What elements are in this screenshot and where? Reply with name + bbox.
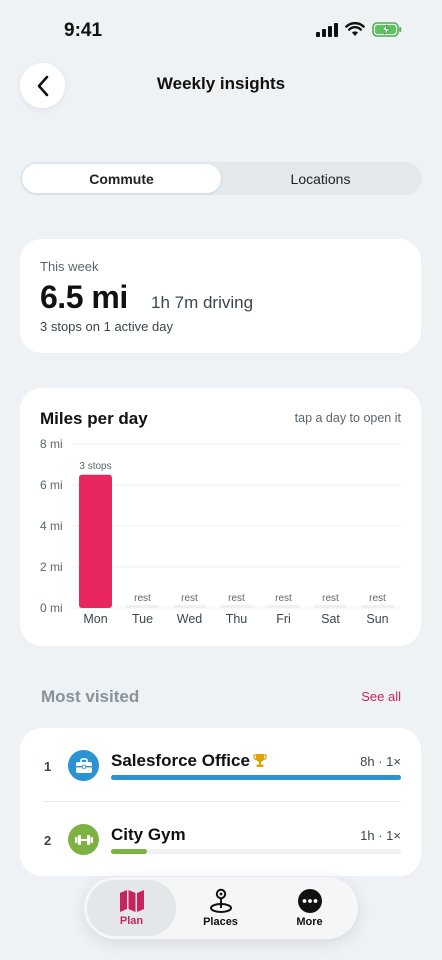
x-tick-label: Sun [366, 612, 388, 626]
visit-share-fill [111, 775, 401, 780]
nav-more[interactable]: More [265, 880, 354, 936]
battery-charging-icon [372, 22, 402, 37]
page-title: Weekly insights [156, 74, 286, 93]
y-tick-label: 2 mi [40, 560, 63, 574]
place-name: Salesforce Office [111, 751, 250, 770]
nav-places-label: Places [203, 916, 238, 928]
y-tick-label: 8 mi [40, 437, 63, 451]
x-tick-label: Mon [83, 612, 107, 626]
bar [79, 474, 112, 608]
bar-label: rest [275, 593, 292, 604]
x-tick-label: Fri [276, 612, 291, 626]
miles-per-day-card: 0 mi 2 mi 4 mi 6 mi 8 mi 3 stops Mon rest Tue res… [20, 388, 421, 646]
most-visited-title: Most visited [41, 687, 140, 706]
bar-label: rest [228, 593, 245, 604]
place-meta: 1h · 1× [360, 828, 401, 843]
bar [126, 605, 159, 608]
status-time: 9:41 [64, 20, 103, 41]
segmented-control: Commute Locations [20, 162, 422, 195]
visit-share-bar [111, 775, 401, 780]
visit-share-bar [111, 849, 401, 854]
pin-icon [209, 888, 232, 913]
bar-label: rest [322, 593, 339, 604]
see-all-link[interactable]: See all [361, 689, 401, 704]
place-rank: 2 [44, 833, 52, 848]
chart-title: Miles per day [40, 409, 148, 428]
summary-miles: 6.5 mi [40, 279, 128, 315]
wifi-icon [345, 22, 365, 36]
briefcase-icon [68, 750, 99, 781]
x-tick-label: Tue [132, 612, 153, 626]
y-tick-label: 6 mi [40, 478, 63, 492]
bar-label: 3 stops [79, 461, 111, 472]
y-tick-label: 0 mi [40, 601, 63, 615]
chart-hint: tap a day to open it [294, 411, 401, 425]
place-name: City Gym [111, 825, 186, 844]
signal-icon [316, 22, 338, 37]
place-rank: 1 [44, 759, 52, 774]
nav-plan-label: Plan [119, 915, 144, 927]
place-row[interactable]: 2 City Gym 1h · 1× [20, 802, 421, 876]
trophy-icon [253, 754, 267, 767]
visit-share-fill [111, 849, 148, 854]
summary-driving-time: 1h 7m driving [151, 293, 254, 312]
bar-label: rest [181, 593, 198, 604]
map-icon [119, 890, 144, 912]
nav-more-label: More [296, 916, 323, 928]
bar [314, 605, 347, 608]
bar [173, 605, 206, 608]
bar-label: rest [134, 593, 151, 604]
x-tick-label: Thu [226, 612, 248, 626]
tab-locations[interactable]: Locations [221, 164, 420, 193]
summary-label: This week [40, 259, 99, 274]
bar-label: rest [369, 593, 386, 604]
nav-places[interactable]: Places [176, 880, 265, 936]
place-meta: 8h · 1× [360, 754, 401, 769]
x-tick-label: Sat [321, 612, 340, 626]
nav-plan[interactable]: Plan [87, 880, 176, 936]
status-icons [316, 22, 402, 37]
x-tick-label: Wed [177, 612, 203, 626]
tab-commute[interactable]: Commute [22, 164, 221, 193]
weekly-summary-card: This week 6.5 mi 1h 7m driving 3 stops o… [20, 239, 421, 353]
dumbbell-icon [68, 824, 99, 855]
bottom-nav: Plan Places More [84, 877, 358, 939]
bar [267, 605, 300, 608]
summary-stops: 3 stops on 1 active day [40, 319, 173, 334]
bar [220, 605, 253, 608]
more-icon [297, 889, 322, 913]
place-row[interactable]: 1 Salesforce Office 8h · 1× [20, 728, 421, 802]
most-visited-card: 1 Salesforce Office 8h · 1× 2 City Gym 1… [20, 728, 421, 876]
bar [361, 605, 394, 608]
y-tick-label: 4 mi [40, 519, 63, 533]
